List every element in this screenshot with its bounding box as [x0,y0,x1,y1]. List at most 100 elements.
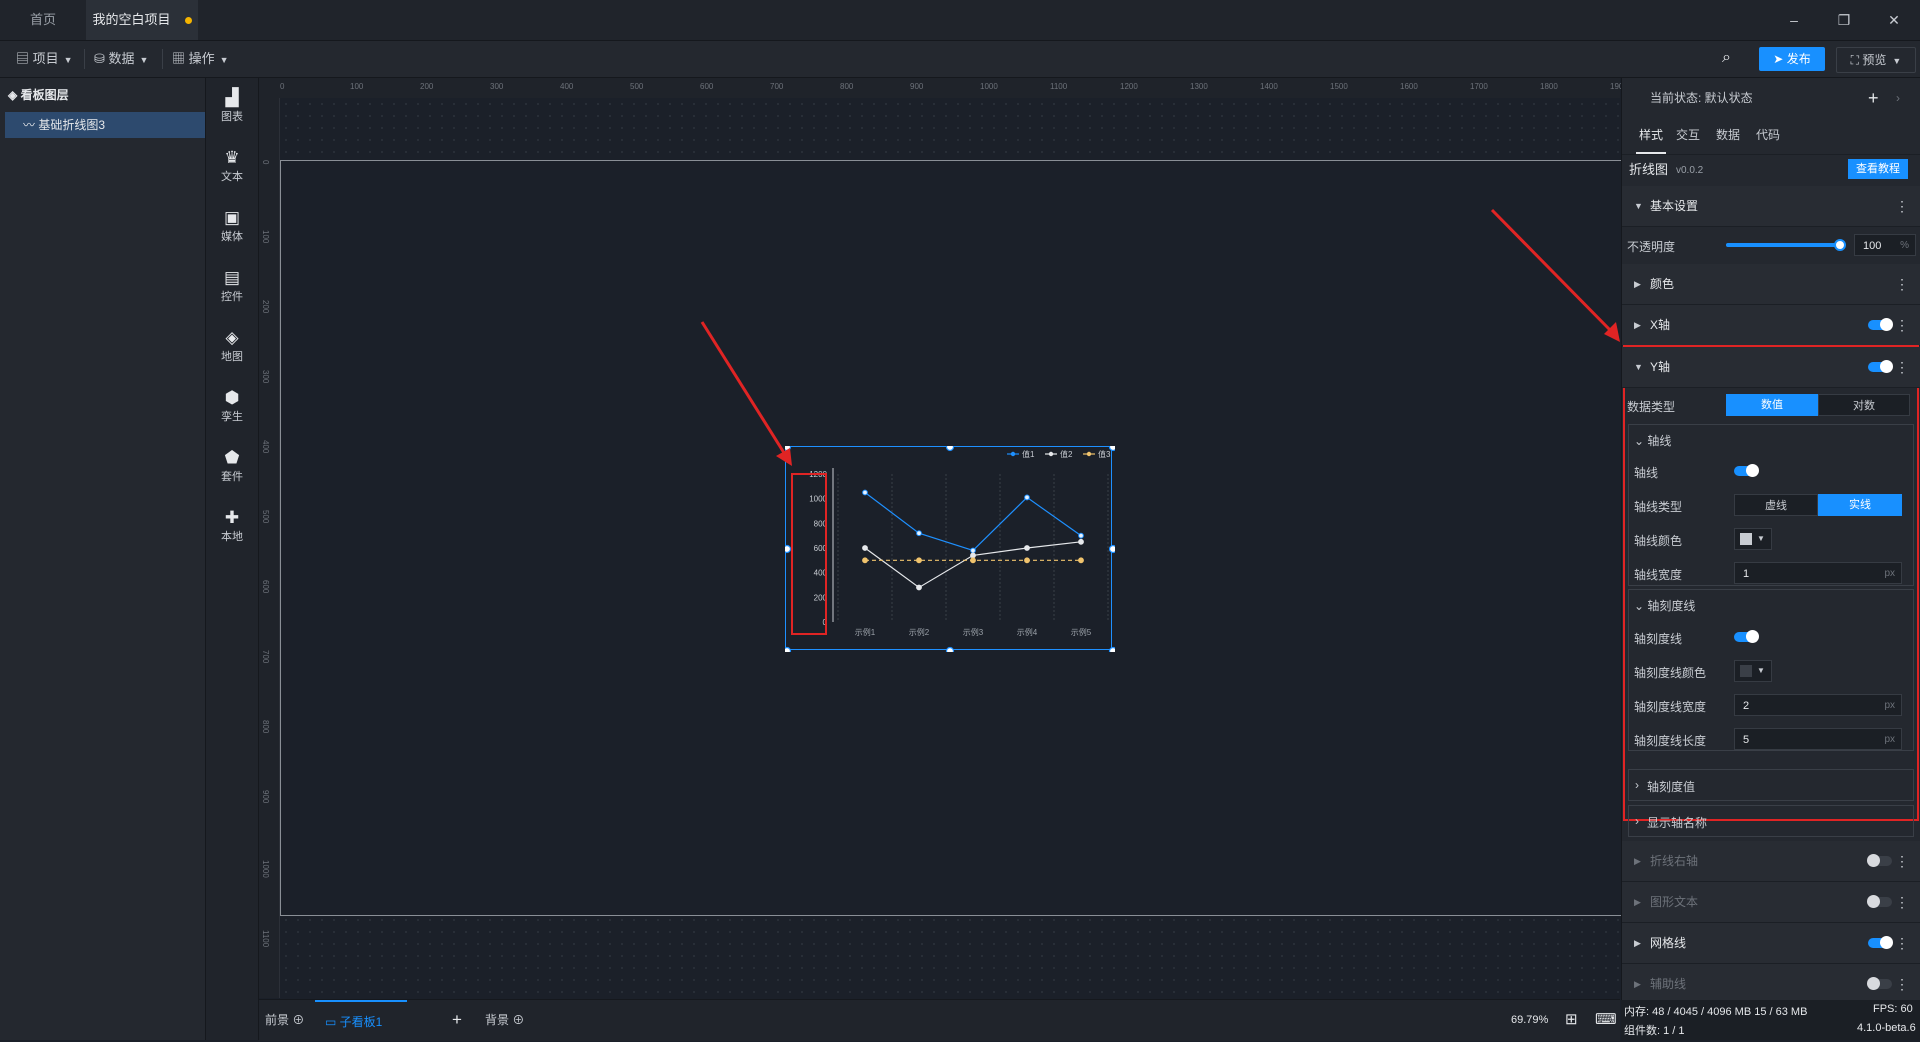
tick-color-picker[interactable]: ▼ [1734,660,1772,682]
twin-icon: ⬢ [224,388,240,407]
layer-item[interactable]: 〰 基础折线图3 [5,112,205,138]
axisline-width-input[interactable]: 1 px [1734,562,1902,584]
close-button[interactable]: ✕ [1879,8,1909,32]
arrow-annotation-left [700,321,792,466]
ruler-tick-label: 600 [261,580,270,594]
tick-head[interactable]: ⌄ 轴刻度线 [1634,597,1695,614]
menu-ops-label: 操作 [188,51,215,66]
menu-ops[interactable]: ▦ 操作 ▼ [166,41,235,77]
more-icon[interactable]: ⋮ [1895,882,1909,922]
vertical-ruler[interactable]: 0 100 200 300 400 500 600 700 800 900 1000 1100 [259,98,280,998]
ruler-tick-label: 200 [420,82,434,91]
aux-toggle[interactable] [1867,977,1892,990]
tick-toggle[interactable] [1734,630,1759,643]
more-icon[interactable]: ⋮ [1895,964,1909,1000]
tick-color-label: 轴刻度线颜色 [1634,666,1707,680]
section-gridline[interactable]: ▶ 网格线 ⋮ [1622,923,1920,964]
bottom-bar: 前景 ⊕ ▭ 子看板1 + 背景 ⊕ 69.79% ⊞ ⌨ [259,999,1620,1041]
component-library: ▟ 图表 ♛ 文本 ▣ 媒体 ▤ 控件 ◈ 地图 ⬢ 孪生 ⬟ 套件 ✚ 本地 [206,78,259,1040]
section-aux[interactable]: ▶ 辅助线 ⋮ [1622,964,1920,1000]
menu-data[interactable]: ⛁ 数据 ▼ [88,41,154,77]
xaxis-toggle[interactable] [1868,318,1893,331]
board-tab[interactable]: ▭ 子看板1 [315,1000,407,1040]
tab-code[interactable]: 代码 [1756,118,1780,152]
chevron-right-icon[interactable]: › [1896,78,1900,118]
library-label: 控件 [221,291,243,303]
ruler-tick-label: 700 [770,82,784,91]
fit-screen-icon[interactable]: ⊞ [1565,1010,1578,1028]
publish-button[interactable]: ➤ 发布 [1759,47,1825,71]
keyboard-icon[interactable]: ⌨ [1595,1010,1617,1028]
opacity-slider[interactable] [1726,239,1846,251]
axisline-toggle[interactable] [1734,464,1759,477]
background-tab[interactable]: 背景 ⊕ [485,1000,524,1040]
menu-project[interactable]: ▤ 项目 ▼ [10,41,79,77]
library-local[interactable]: ✚ 本地 [206,508,258,544]
caret-right-icon: ▶ [1634,279,1641,289]
add-foreground-icon[interactable]: ⊕ [292,1013,304,1027]
search-icon[interactable]: ⌕ [1722,49,1731,67]
more-icon[interactable]: ⋮ [1895,923,1909,963]
section-yaxis[interactable]: ▼ Y轴 ⋮ [1622,347,1920,388]
restore-button[interactable]: ❐ [1829,8,1859,32]
tick-color-swatch [1740,665,1752,677]
section-xaxis[interactable]: ▶ X轴 ⋮ [1622,305,1920,346]
data-type-value[interactable]: 数值 [1726,394,1818,416]
section-right-axis[interactable]: ▶ 折线右轴 ⋮ [1622,841,1920,882]
tick-width-input[interactable]: 2 px [1734,694,1902,716]
add-background-icon[interactable]: ⊕ [512,1013,524,1027]
tab-project[interactable]: 我的空白项目 [86,0,198,40]
ruler-tick-label: 300 [261,370,270,384]
line-chart[interactable]: 120010008006004002000示例1 示例2 示例3 示例4 示例5值1 值2… [785,446,1115,652]
library-twin[interactable]: ⬢ 孪生 [206,388,258,424]
shape-text-toggle[interactable] [1867,895,1892,908]
tick-len-input[interactable]: 5 px [1734,728,1902,750]
opacity-input[interactable]: 100% [1854,234,1916,256]
tab-interaction[interactable]: 交互 [1676,118,1700,152]
foreground-tab[interactable]: 前景 ⊕ [265,1000,304,1040]
ruler-tick-label: 300 [490,82,504,91]
tab-home[interactable]: 首页 [0,0,86,40]
x-tick-label: 示例5 [1071,627,1092,637]
library-text[interactable]: ♛ 文本 [206,148,258,184]
horizontal-ruler[interactable]: 0 100 200 300 400 500 600 700 800 900 1000 1100 1200… [259,78,1628,99]
more-icon[interactable]: ⋮ [1895,186,1909,226]
more-icon[interactable]: ⋮ [1895,305,1909,345]
axisline-solid[interactable]: 实线 [1818,494,1902,516]
library-map[interactable]: ◈ 地图 [206,328,258,364]
axisline-color-picker[interactable]: ▼ [1734,528,1772,550]
data-point [1078,538,1084,545]
axisline-head[interactable]: ⌄ 轴线 [1634,432,1671,449]
text-icon: ♛ [224,148,240,167]
tutorial-button[interactable]: 查看教程 [1848,159,1908,179]
add-board-icon[interactable]: + [452,1000,462,1040]
tab-style[interactable]: 样式 [1636,118,1667,154]
minimize-button[interactable]: – [1779,8,1809,32]
right-axis-toggle[interactable] [1867,854,1892,867]
more-icon[interactable]: ⋮ [1895,264,1909,304]
data-point [862,557,868,564]
tab-data[interactable]: 数据 [1716,118,1740,152]
more-icon[interactable]: ⋮ [1895,347,1909,387]
more-icon[interactable]: ⋮ [1895,841,1909,881]
show-name-group[interactable]: › 显示轴名称 [1628,805,1914,837]
add-state-icon[interactable]: + [1868,78,1879,118]
data-point [970,552,976,559]
library-widget[interactable]: ▤ 控件 [206,268,258,304]
chevron-down-icon: ▼ [139,55,149,65]
library-chart[interactable]: ▟ 图表 [206,88,258,124]
axisline-dashed[interactable]: 虚线 [1734,494,1818,516]
section-color[interactable]: ▶ 颜色 ⋮ [1622,264,1920,305]
opacity-thumb[interactable] [1834,239,1846,251]
gridline-toggle[interactable] [1868,936,1893,949]
section-shape-text[interactable]: ▶ 图形文本 ⋮ [1622,882,1920,923]
section-basic[interactable]: ▼ 基本设置 ⋮ [1622,186,1920,227]
preview-button[interactable]: ⛶ 预览 ▼ [1836,47,1916,73]
data-type-log[interactable]: 对数 [1818,394,1910,416]
property-panel: 当前状态: 默认状态 + › 样式 交互 数据 代码 折线图 v0.0.2 查看… [1621,78,1920,1000]
yaxis-toggle[interactable] [1868,360,1893,373]
tick-value-group[interactable]: › 轴刻度值 [1628,769,1914,801]
library-media[interactable]: ▣ 媒体 [206,208,258,244]
opacity-unit: % [1900,240,1909,251]
library-kit[interactable]: ⬟ 套件 [206,448,258,484]
